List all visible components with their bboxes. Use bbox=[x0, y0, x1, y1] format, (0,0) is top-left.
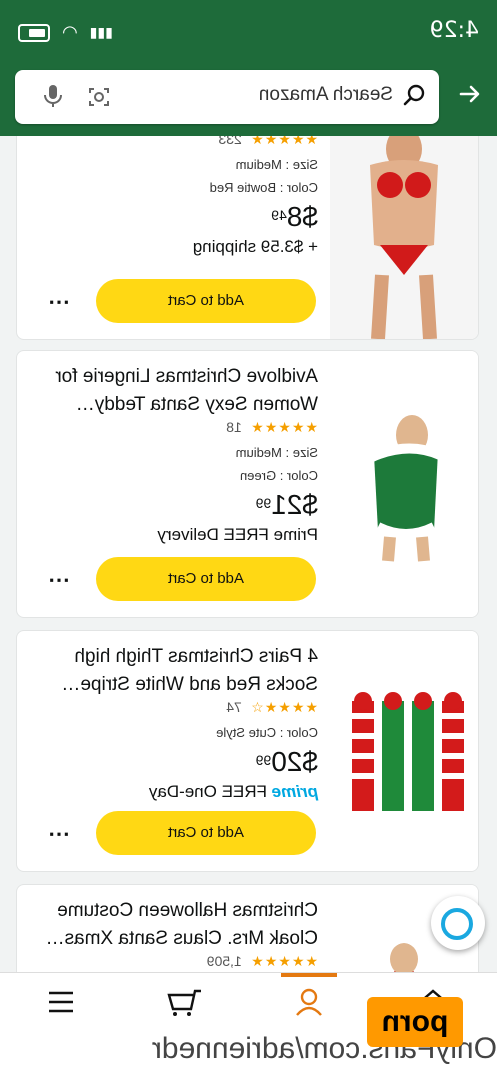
price-whole: $8 bbox=[286, 201, 318, 232]
shipping-info: prime FREE One-Day bbox=[31, 782, 318, 802]
signal-icon: ▮▮▮ bbox=[89, 24, 113, 40]
search-header: Search Amazon bbox=[0, 66, 497, 136]
active-tab-indicator bbox=[281, 973, 337, 977]
rating-count[interactable]: 74 bbox=[226, 699, 242, 715]
battery-icon bbox=[18, 23, 50, 42]
lingerie-image-icon bbox=[370, 136, 438, 340]
camera-lens-icon[interactable] bbox=[87, 85, 111, 109]
product-card[interactable]: ★★★★★ 233 Size : Medium Color : Bowtie R… bbox=[16, 136, 479, 340]
product-color: Color : Green bbox=[239, 468, 318, 483]
shipping-info: Prime FREE Delivery bbox=[157, 525, 318, 544]
rating-row: ★★★★★ 1,509 bbox=[31, 953, 318, 971]
add-to-cart-button[interactable]: Add to Cart bbox=[96, 557, 316, 601]
product-info: Christmas Halloween Costume Cloak Mrs. C… bbox=[31, 897, 318, 971]
product-price: $2099 bbox=[31, 746, 318, 778]
search-input[interactable]: Search Amazon bbox=[259, 84, 393, 106]
product-info: 4 Pairs Christmas Thigh high Socks Red a… bbox=[31, 643, 318, 802]
mirrored-screen: 4:29 ▮▮▮ ◠ Search Amazon ★★★★★ 233 Size … bbox=[0, 0, 497, 1077]
more-options-icon[interactable]: ⋯ bbox=[48, 567, 70, 592]
microphone-icon[interactable] bbox=[43, 83, 63, 109]
rating-stars: ★★★★★ bbox=[250, 953, 318, 969]
rating-count[interactable]: 233 bbox=[218, 136, 241, 147]
back-arrow-icon[interactable] bbox=[455, 80, 483, 108]
product-title[interactable]: Christmas Halloween Costume Cloak Mrs. C… bbox=[31, 897, 318, 953]
product-price: $2199 bbox=[31, 489, 318, 521]
price-fraction: 99 bbox=[255, 752, 272, 768]
menu-icon[interactable] bbox=[41, 987, 81, 1017]
product-size: Size : Medium bbox=[235, 445, 318, 460]
watermark-logo: porn bbox=[367, 997, 463, 1047]
price-whole: $21 bbox=[271, 489, 318, 520]
shipping-text: FREE One-Day bbox=[148, 782, 267, 801]
rating-stars: ★★★★★ bbox=[250, 419, 318, 435]
more-options-icon[interactable]: ⋯ bbox=[48, 821, 70, 846]
product-card[interactable]: Christmas Halloween Costume Cloak Mrs. C… bbox=[16, 884, 479, 972]
shipping-info: + $3.59 shipping bbox=[192, 237, 318, 256]
product-price: $849 bbox=[31, 201, 318, 233]
rating-row: ★★★★☆ 74 bbox=[31, 699, 318, 717]
product-title[interactable]: Avidlove Christmas Lingerie for Women Se… bbox=[31, 363, 318, 419]
results-list: ★★★★★ 233 Size : Medium Color : Bowtie R… bbox=[0, 136, 497, 972]
price-fraction: 49 bbox=[271, 207, 287, 223]
search-icon bbox=[403, 84, 425, 106]
product-info: Avidlove Christmas Lingerie for Women Se… bbox=[31, 363, 318, 545]
product-image[interactable] bbox=[330, 631, 478, 871]
product-color: Color : Bowtie Red bbox=[209, 180, 318, 195]
product-info: ★★★★★ 233 Size : Medium Color : Bowtie R… bbox=[31, 136, 318, 257]
product-image[interactable] bbox=[330, 136, 478, 340]
search-box[interactable]: Search Amazon bbox=[15, 70, 439, 124]
product-title[interactable]: 4 Pairs Christmas Thigh high Socks Red a… bbox=[31, 643, 318, 699]
rating-stars: ★★★★☆ bbox=[250, 699, 318, 715]
price-whole: $20 bbox=[271, 746, 318, 777]
rating-count[interactable]: 18 bbox=[226, 419, 242, 435]
product-card[interactable]: 4 Pairs Christmas Thigh high Socks Red a… bbox=[16, 630, 479, 872]
rating-count[interactable]: 1,509 bbox=[207, 953, 242, 969]
striped-socks-image-icon bbox=[330, 631, 478, 871]
alexa-button[interactable] bbox=[431, 896, 485, 950]
product-color: Color : Cute Style bbox=[216, 725, 318, 740]
prime-badge: prime bbox=[271, 782, 318, 801]
add-to-cart-button[interactable]: Add to Cart bbox=[96, 811, 316, 855]
status-icons: ▮▮▮ ◠ bbox=[18, 22, 113, 43]
alexa-icon bbox=[441, 908, 473, 940]
add-to-cart-button[interactable]: Add to Cart bbox=[96, 279, 316, 323]
cart-icon[interactable] bbox=[165, 987, 205, 1017]
rating-stars: ★★★★★ bbox=[250, 136, 318, 147]
status-bar: 4:29 ▮▮▮ ◠ bbox=[0, 0, 497, 66]
product-image[interactable] bbox=[330, 351, 478, 617]
account-icon[interactable] bbox=[289, 987, 329, 1017]
status-time: 4:29 bbox=[429, 18, 479, 43]
product-size: Size : Medium bbox=[235, 157, 318, 172]
more-options-icon[interactable]: ⋯ bbox=[48, 289, 70, 314]
wifi-icon: ◠ bbox=[62, 22, 78, 42]
rating-row: ★★★★★ 18 bbox=[31, 419, 318, 437]
santa-teddy-image-icon bbox=[330, 351, 478, 617]
rating-row: ★★★★★ 233 bbox=[31, 136, 318, 149]
price-fraction: 99 bbox=[255, 495, 272, 511]
product-card[interactable]: Avidlove Christmas Lingerie for Women Se… bbox=[16, 350, 479, 618]
